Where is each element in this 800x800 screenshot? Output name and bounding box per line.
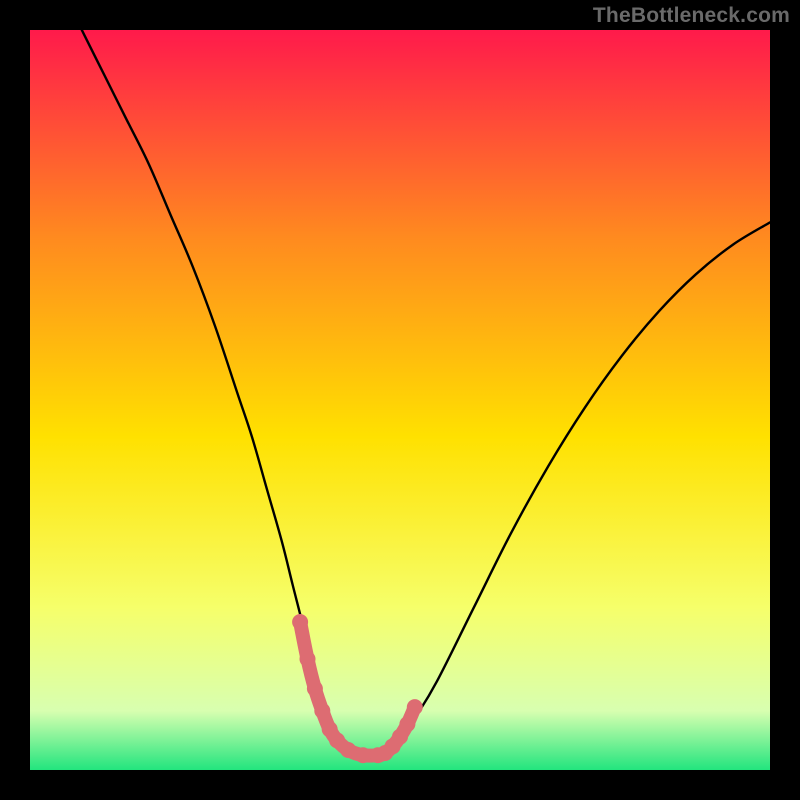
- pink-dot: [307, 681, 323, 697]
- pink-dot: [355, 747, 371, 763]
- curve-layer: [30, 30, 770, 770]
- pink-dot: [399, 716, 415, 732]
- pink-dot: [300, 651, 316, 667]
- bottleneck-curve: [82, 30, 770, 756]
- pink-dot: [340, 742, 356, 758]
- pink-dot: [314, 703, 330, 719]
- plot-area: [30, 30, 770, 770]
- watermark-text: TheBottleneck.com: [593, 4, 790, 28]
- pink-dot: [292, 614, 308, 630]
- pink-dot: [407, 699, 423, 715]
- chart-frame: TheBottleneck.com: [0, 0, 800, 800]
- pink-highlight-dots: [292, 614, 423, 763]
